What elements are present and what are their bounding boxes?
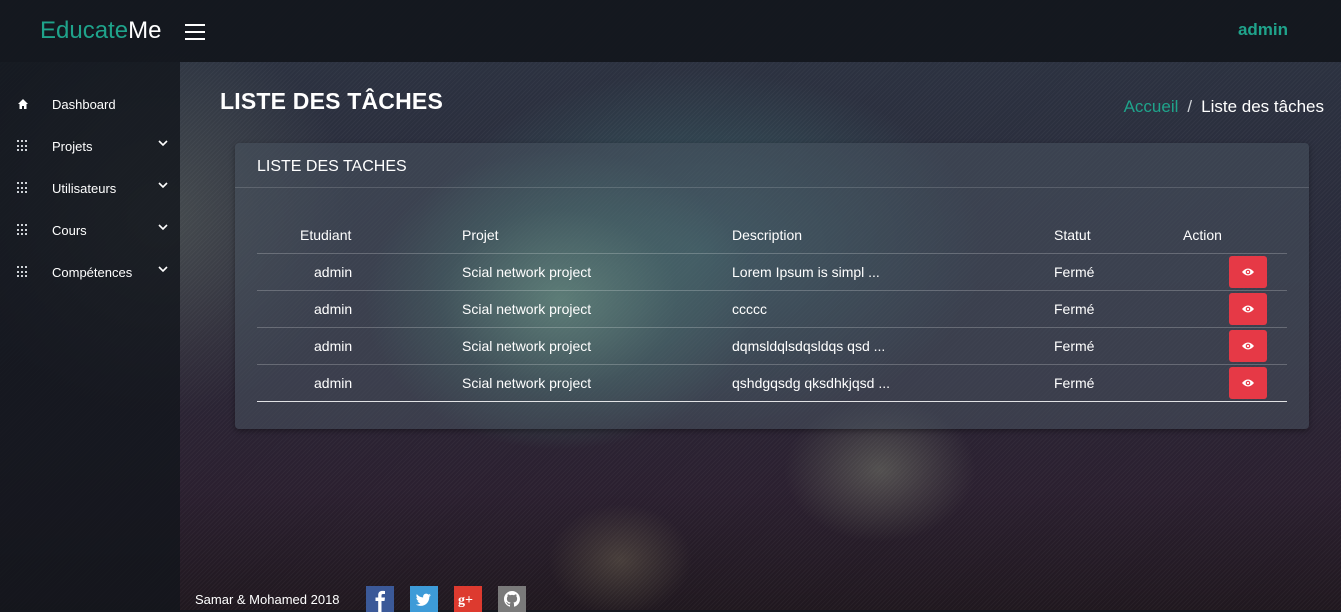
grid-icon — [17, 224, 29, 236]
breadcrumb-separator: / — [1187, 97, 1193, 116]
grid-icon — [17, 266, 29, 278]
chevron-down-icon — [158, 224, 168, 231]
facebook-icon[interactable] — [366, 586, 394, 612]
google-plus-icon[interactable]: g+ — [454, 586, 482, 612]
breadcrumb-home-link[interactable]: Accueil — [1124, 97, 1179, 116]
eye-icon — [1242, 305, 1254, 312]
breadcrumb: Accueil / Liste des tâches — [1124, 97, 1324, 117]
user-menu[interactable]: admin — [1238, 20, 1288, 40]
cell-projet: Scial network project — [462, 364, 732, 402]
cell-etudiant: admin — [257, 364, 462, 402]
eye-icon — [1242, 268, 1254, 275]
cell-description: dqmsldqlsdqsldqs qsd ... — [732, 327, 1054, 365]
column-header-action: Action — [1183, 216, 1287, 254]
table-header-row: Etudiant Projet Description Statut Actio… — [257, 216, 1287, 254]
sidebar-item-utilisateurs[interactable]: Utilisateurs — [0, 174, 180, 204]
sidebar-item-label: Projets — [52, 139, 93, 154]
table-row: admin Scial network project ccccc Fermé — [257, 290, 1287, 328]
sidebar-item-label: Utilisateurs — [52, 181, 117, 196]
column-header-etudiant: Etudiant — [257, 216, 462, 254]
eye-icon — [1242, 342, 1254, 349]
view-button[interactable] — [1229, 255, 1267, 288]
cell-statut: Fermé — [1054, 290, 1183, 328]
grid-icon — [17, 182, 29, 194]
svg-text:g+: g+ — [458, 593, 473, 608]
table-row: admin Scial network project Lorem Ipsum … — [257, 253, 1287, 291]
grid-icon — [17, 140, 29, 152]
cell-action — [1183, 253, 1287, 291]
sidebar-item-label: Cours — [52, 223, 87, 238]
sidebar-item-projets[interactable]: Projets — [0, 132, 180, 162]
table-row: admin Scial network project qshdgqsdg qk… — [257, 364, 1287, 402]
view-button[interactable] — [1229, 329, 1267, 362]
column-header-projet: Projet — [462, 216, 732, 254]
eye-icon — [1242, 379, 1254, 386]
home-icon — [18, 99, 28, 109]
table-row: admin Scial network project dqmsldqlsdqs… — [257, 327, 1287, 365]
cell-statut: Fermé — [1054, 364, 1183, 402]
cell-projet: Scial network project — [462, 253, 732, 291]
column-header-statut: Statut — [1054, 216, 1183, 254]
sidebar-item-dashboard[interactable]: Dashboard — [0, 90, 180, 120]
card-header: LISTE DES TACHES — [235, 143, 1309, 188]
cell-statut: Fermé — [1054, 253, 1183, 291]
hamburger-menu-icon[interactable] — [185, 24, 205, 40]
chevron-down-icon — [158, 140, 168, 147]
tasks-table: Etudiant Projet Description Statut Actio… — [257, 216, 1287, 402]
cell-statut: Fermé — [1054, 327, 1183, 365]
view-button[interactable] — [1229, 366, 1267, 399]
cell-action — [1183, 290, 1287, 328]
cell-projet: Scial network project — [462, 290, 732, 328]
sidebar: Dashboard Projets Utilisateurs Cours Com… — [0, 62, 180, 610]
top-navbar: EducateMe admin — [0, 0, 1341, 62]
chevron-down-icon — [158, 266, 168, 273]
sidebar-item-label: Compétences — [52, 265, 133, 280]
brand-logo[interactable]: EducateMe — [40, 17, 161, 45]
breadcrumb-current: Liste des tâches — [1201, 97, 1324, 116]
cell-action — [1183, 327, 1287, 365]
sidebar-item-cours[interactable]: Cours — [0, 216, 180, 246]
cell-etudiant: admin — [257, 253, 462, 291]
cell-description: ccccc — [732, 290, 1054, 328]
tasks-card: LISTE DES TACHES Etudiant Projet Descrip… — [235, 143, 1309, 429]
column-header-description: Description — [732, 216, 1054, 254]
sidebar-item-competences[interactable]: Compétences — [0, 258, 180, 288]
cell-etudiant: admin — [257, 290, 462, 328]
cell-action — [1183, 364, 1287, 402]
github-icon[interactable] — [498, 586, 526, 612]
page-title: LISTE DES TÂCHES — [220, 88, 444, 114]
brand-part2: Me — [128, 17, 162, 44]
chevron-down-icon — [158, 182, 168, 189]
brand-part1: Educate — [40, 17, 129, 44]
cell-etudiant: admin — [257, 327, 462, 365]
footer-copyright: Samar & Mohamed 2018 — [195, 592, 340, 607]
sidebar-item-label: Dashboard — [52, 97, 116, 112]
cell-description: Lorem Ipsum is simpl ... — [732, 253, 1054, 291]
view-button[interactable] — [1229, 292, 1267, 325]
card-title: LISTE DES TACHES — [257, 158, 407, 175]
cell-description: qshdgqsdg qksdhkjqsd ... — [732, 364, 1054, 402]
twitter-icon[interactable] — [410, 586, 438, 612]
cell-projet: Scial network project — [462, 327, 732, 365]
